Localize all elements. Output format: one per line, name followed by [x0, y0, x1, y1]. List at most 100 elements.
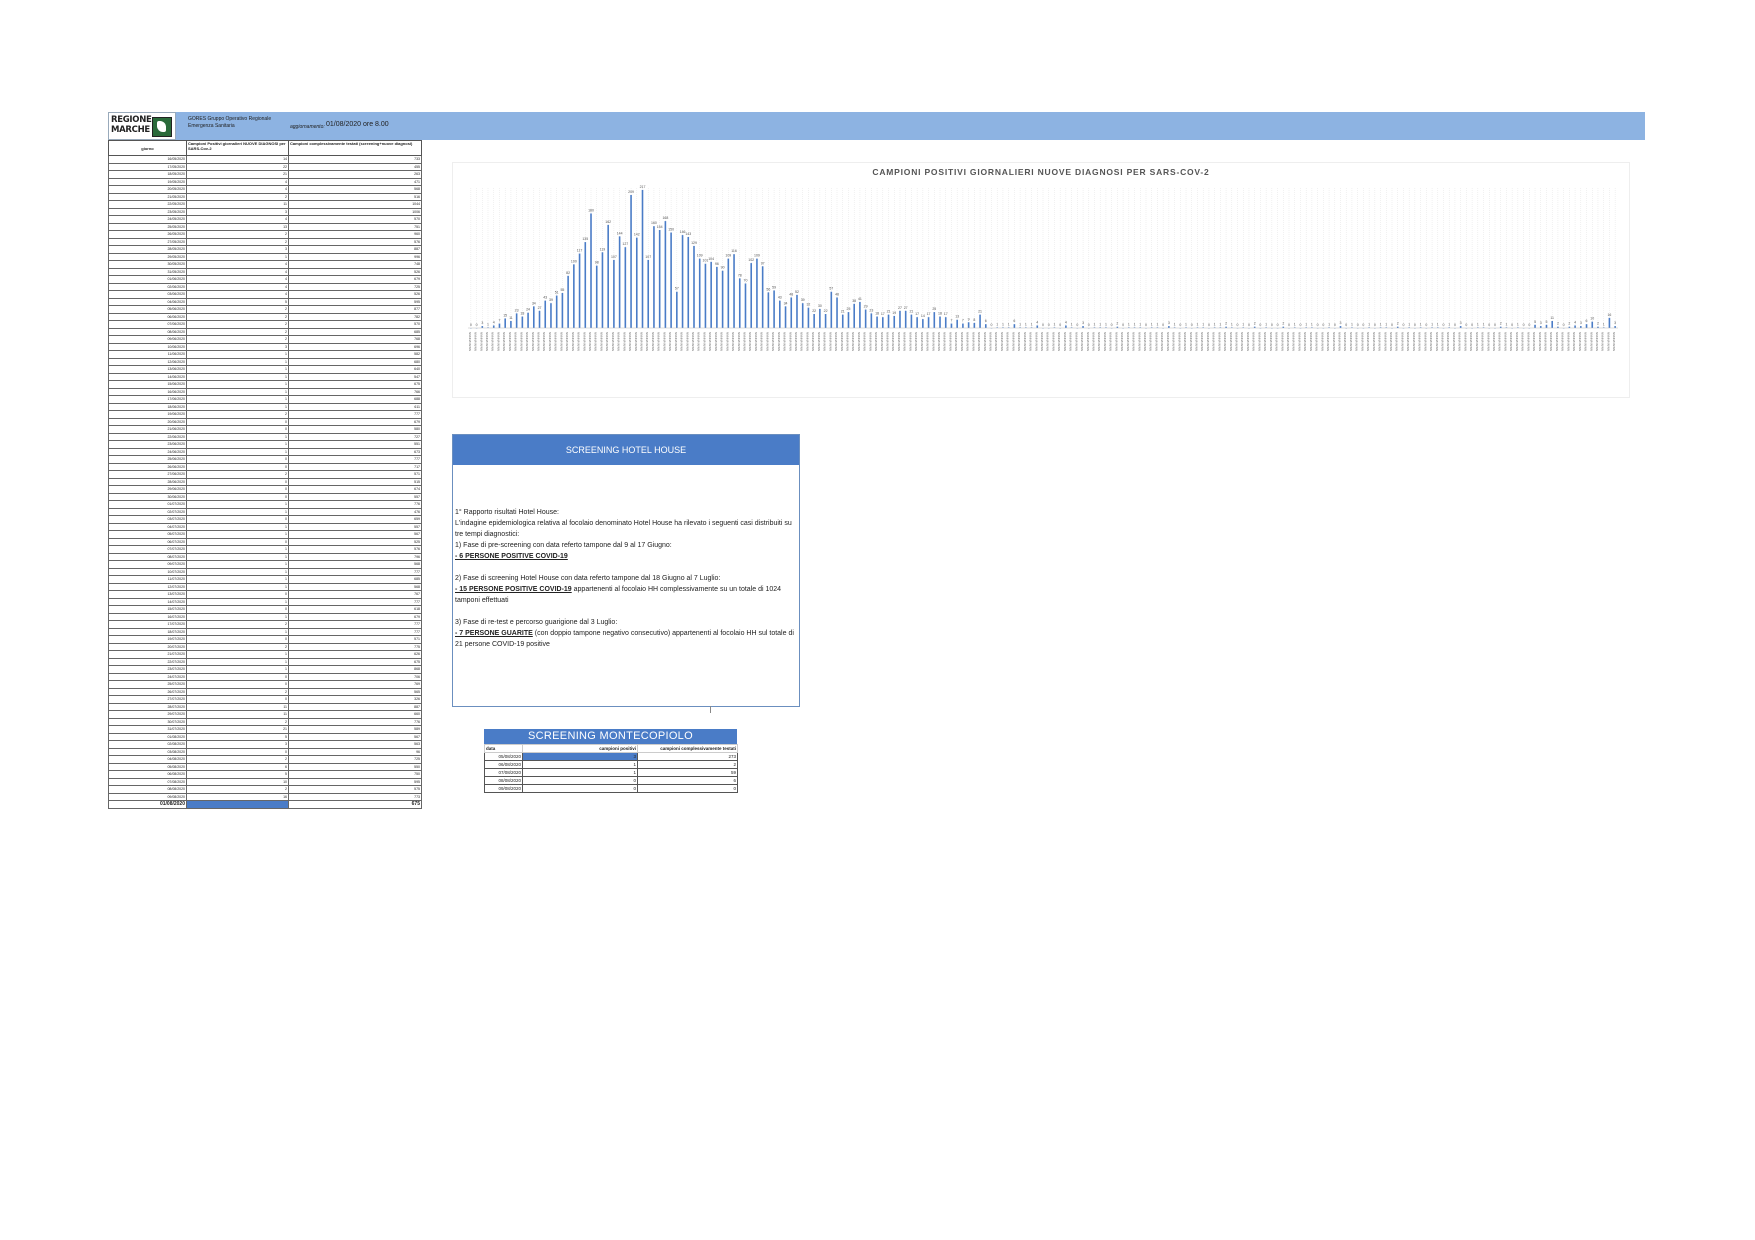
date-cell: 28/05/2020	[108, 245, 187, 254]
montecopiolo-row: 06/08/2020 1 2	[484, 760, 738, 769]
bar	[550, 303, 552, 328]
x-tick-label: NN/NN/NNNN	[1149, 332, 1153, 351]
table-row: 17/07/2020 2 777	[108, 620, 422, 629]
x-tick-label: NN/NN/NNNN	[880, 332, 884, 351]
positives-cell: 1	[186, 402, 289, 411]
positives-cell: 1	[186, 372, 289, 381]
positives-cell: 1	[186, 657, 289, 666]
table-row: 24/05/2020 4 570	[108, 215, 422, 224]
x-tick-label: NN/NN/NNNN	[868, 332, 872, 351]
date-cell: 01/06/2020	[108, 275, 187, 284]
bar	[841, 314, 844, 328]
bar-value-label: 0	[1471, 323, 1473, 327]
x-tick-label: NN/NN/NNNN	[805, 332, 809, 351]
x-tick-label: NN/NN/NNNN	[1034, 332, 1038, 351]
bar-value-label: 0	[1443, 323, 1445, 327]
positives-cell: 2	[186, 620, 289, 629]
bar	[532, 306, 535, 328]
bar-value-label: 17	[944, 312, 948, 316]
bar	[653, 226, 655, 328]
positives-cell: 1	[522, 768, 638, 777]
x-tick-label: NN/NN/NNNN	[1360, 332, 1364, 351]
positives-cell: 2	[186, 230, 289, 239]
bar	[1036, 325, 1039, 328]
x-tick-label: NN/NN/NNNN	[1378, 332, 1382, 351]
date-cell: 17/07/2020	[108, 620, 187, 629]
bar	[658, 230, 661, 328]
date-cell: 13/07/2020	[108, 590, 187, 599]
x-tick-label: NN/NN/NNNN	[1326, 332, 1330, 351]
bar-value-label: 0	[1425, 323, 1427, 327]
bar-value-label: 1	[1505, 322, 1507, 326]
tested-cell: 769	[288, 680, 422, 689]
positives-cell: 4	[186, 215, 289, 224]
bar-value-label: 39	[549, 298, 553, 302]
table-row: 08/08/2020 2 575	[108, 785, 422, 794]
bar	[750, 263, 753, 328]
report-phase-2: 2) Fase di screening Hotel House con dat…	[455, 575, 721, 582]
x-tick-label: NN/NN/NNNN	[1172, 332, 1176, 351]
date-cell: 03/07/2020	[108, 515, 187, 524]
date-cell: 02/08/2020	[108, 740, 187, 749]
bar-value-label: 16	[1607, 313, 1611, 317]
x-tick-label: NN/NN/NNNN	[1086, 332, 1090, 351]
bar-value-label: 0	[1563, 323, 1565, 327]
table-row: 04/06/2020 5 595	[108, 297, 422, 306]
bar	[916, 317, 918, 328]
table-row: 22/06/2020 1 727	[108, 432, 422, 441]
date-cell: 11/06/2020	[108, 350, 187, 359]
bar-value-label: 3	[1340, 321, 1342, 325]
bar-value-label: 43	[778, 296, 782, 300]
x-tick-label: NN/NN/NNNN	[1601, 332, 1605, 351]
bar-value-label: 34	[532, 301, 536, 305]
bar-value-label: 1	[1025, 322, 1027, 326]
x-tick-label: NN/NN/NNNN	[1383, 332, 1387, 351]
x-tick-label: NN/NN/NNNN	[771, 332, 775, 351]
bar-value-label: 11	[1550, 316, 1554, 320]
tested-cell: 887	[288, 702, 422, 711]
date-cell: 17/05/2020	[108, 162, 187, 171]
bar-value-label: 1	[1053, 322, 1055, 326]
bar-value-label: 0	[1288, 323, 1290, 327]
positives-cell: 0	[186, 492, 289, 501]
x-tick-label: NN/NN/NNNN	[788, 332, 792, 351]
bar-value-label: 4	[1574, 320, 1576, 324]
x-tick-label: NN/NN/NNNN	[651, 332, 655, 351]
x-tick-label: NN/NN/NNNN	[828, 332, 832, 351]
bar	[601, 252, 604, 328]
date-cell: 21/05/2020	[108, 192, 187, 201]
x-tick-label: NN/NN/NNNN	[1412, 332, 1416, 351]
column-header-positives: Campioni Positivi giornalieri NUOVE DIAG…	[186, 140, 289, 156]
bar	[756, 258, 758, 328]
x-tick-label: NN/NN/NNNN	[966, 332, 970, 351]
x-tick-label: NN/NN/NNNN	[1252, 332, 1256, 351]
bar-value-label: 17	[881, 312, 885, 316]
bar-value-label: 1	[1099, 322, 1101, 326]
bar-value-label: 56	[766, 287, 770, 291]
bar-value-label: 19	[892, 311, 896, 315]
bar	[710, 261, 712, 328]
bar-value-label: 25	[932, 307, 936, 311]
bar-value-label: 100	[571, 259, 577, 263]
table-row: 19/05/2020 4 471	[108, 177, 422, 186]
date-cell: 18/07/2020	[108, 627, 187, 636]
x-tick-label: NN/NN/NNNN	[1612, 332, 1616, 351]
tested-cell: 680	[288, 357, 422, 366]
bar	[578, 253, 581, 328]
x-tick-label: NN/NN/NNNN	[1023, 332, 1027, 351]
table-row: 17/05/2020 22 455	[108, 162, 422, 171]
x-tick-label: NN/NN/NNNN	[1017, 332, 1021, 351]
table-row: 13/06/2020 1 640	[108, 365, 422, 374]
x-tick-label: NN/NN/NNNN	[1114, 332, 1118, 351]
date-cell: 16/05/2020	[108, 155, 187, 164]
tested-cell: 570	[288, 215, 422, 224]
bar	[641, 189, 644, 328]
table-row: 21/07/2020 1 626	[108, 650, 422, 659]
table-row: 29/07/2020 11 660	[108, 710, 422, 719]
montecopiolo-header-row: data campioni positivi campioni compless…	[484, 744, 738, 753]
bar-value-label: 10	[1590, 317, 1594, 321]
table-row: 18/05/2020 21 263	[108, 170, 422, 179]
table-row: 17/06/2020 1 688	[108, 395, 422, 404]
date-cell: 16/07/2020	[108, 612, 187, 621]
x-tick-label: NN/NN/NNNN	[1538, 332, 1542, 351]
